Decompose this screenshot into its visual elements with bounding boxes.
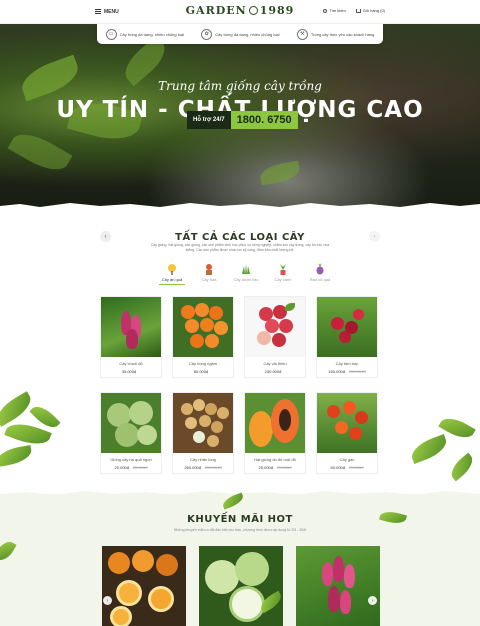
promo-product-card[interactable] — [296, 546, 380, 626]
torn-edge-divider — [0, 203, 480, 210]
product-image — [173, 297, 233, 357]
feature-label: Cây trồng đa dạng, nhiều chủng loại — [119, 31, 184, 37]
site-header: MENU — [0, 0, 480, 24]
feature-bar: ▭ Cây trồng đa dạng, nhiều chủng loại ✿ … — [97, 24, 383, 44]
product-price: 80.000đ — [193, 369, 209, 374]
hotline-number: 1800. 6750 — [230, 111, 298, 129]
tools-icon: ⚒ — [296, 28, 308, 40]
feature-item-custom: ⚒ Trồng cây theo yêu cầu khách hàng — [296, 28, 375, 40]
tab-label: Cây cảnh — [274, 277, 292, 282]
hero-subtitle: Trung tâm giống cây trồng — [158, 79, 322, 93]
product-card[interactable]: Giống cây na quả ngon 20.000đ 35.000đ — [100, 392, 162, 474]
product-card[interactable]: Cây nhãn lồng 260.000đ 300.000đ — [172, 392, 234, 474]
feature-item-delivery: ▭ Cây trồng đa dạng, nhiều chủng loại — [105, 28, 184, 40]
categories-description: Cây giống, hạt giống, cao giống, các chế… — [150, 243, 330, 252]
decorative-leaf — [446, 452, 478, 482]
tab-label: Cây dược liệu — [233, 277, 259, 282]
product-card[interactable]: Cây hồng ngâm 80.000đ — [172, 296, 234, 378]
feature-label: Cây trồng đa dạng, nhiều chủng loại — [215, 31, 280, 37]
product-name: Cây hồng ngâm — [188, 361, 218, 366]
product-name: Cây vải thiều — [263, 361, 287, 366]
search-button[interactable]: Tìm kiếm — [323, 8, 346, 13]
search-icon — [323, 8, 328, 13]
product-price: 25.000đ 70.000đ — [258, 465, 292, 470]
decorative-leaf — [0, 444, 34, 468]
product-card[interactable]: Cây gấc 50.000đ 70.000đ — [316, 392, 378, 474]
tab-vegetables[interactable]: Rau củ quả — [307, 262, 333, 285]
tab-herbs[interactable]: Cây dược liệu — [233, 262, 259, 285]
hotline-badge[interactable]: Hỗ trợ 24/7 1800. 6750 — [187, 111, 298, 129]
product-image — [245, 297, 305, 357]
product-price: 35.000đ — [121, 369, 137, 374]
tab-fruit-trees[interactable]: Cây ăn quả — [159, 262, 185, 285]
product-image — [101, 393, 161, 453]
product-name: Cây tầm bóp — [335, 361, 359, 366]
product-card[interactable]: Cây chuối đỏ 35.000đ — [100, 296, 162, 378]
promo-description: Những khuyến mãi ưu đãi đặc biệt cho bạn… — [173, 528, 307, 532]
product-grid: Cây chuối đỏ 35.000đ Cây hồng ngâm 80.00… — [100, 296, 380, 474]
product-price: 260.000đ 300.000đ — [184, 465, 222, 470]
product-image — [101, 297, 161, 357]
product-image — [245, 393, 305, 453]
vegetable-icon — [314, 262, 326, 275]
herb-icon — [240, 262, 252, 274]
tab-label: Cây hoa — [201, 277, 217, 282]
plant-pot-icon: ✿ — [201, 28, 213, 40]
flower-pot-icon — [203, 262, 215, 275]
ornamental-plant-icon — [277, 262, 289, 275]
promo-product-card[interactable] — [102, 546, 186, 626]
search-label: Tìm kiếm — [329, 8, 346, 13]
promo-next-arrow[interactable]: › — [368, 596, 377, 605]
product-card[interactable]: Hạt giống đu đủ ruột đỏ 25.000đ 70.000đ — [244, 392, 306, 474]
product-name: Cây nhãn lồng — [190, 457, 216, 462]
product-price: 150.000đ 230.000đ — [328, 369, 366, 374]
tab-label: Cây ăn quả — [161, 277, 183, 282]
hamburger-icon — [95, 9, 101, 14]
tab-label: Rau củ quả — [309, 277, 331, 282]
product-price: 230.000đ — [264, 369, 282, 374]
promo-product-row — [102, 546, 380, 626]
product-price: 50.000đ 70.000đ — [330, 465, 364, 470]
promo-title: KHUYẾN MÃI HOT — [187, 514, 293, 525]
product-image — [173, 393, 233, 453]
header-actions: Tìm kiếm Giỏ hàng (0) — [323, 8, 385, 13]
tab-flowers[interactable]: Cây hoa — [196, 262, 222, 285]
hero-leaf-decoration — [7, 125, 73, 179]
product-price: 20.000đ 35.000đ — [114, 465, 148, 470]
truck-icon: ▭ — [105, 28, 117, 40]
product-card[interactable]: Cây tầm bóp 150.000đ 230.000đ — [316, 296, 378, 378]
product-name: Cây chuối đỏ — [119, 361, 143, 366]
promo-prev-arrow[interactable]: ‹ — [103, 596, 112, 605]
cart-button[interactable]: Giỏ hàng (0) — [355, 8, 385, 13]
menu-label: MENU — [104, 8, 119, 15]
tab-ornamental[interactable]: Cây cảnh — [270, 262, 296, 285]
category-tabs: Cây ăn quả Cây hoa Cây dược liệu Cây cản… — [159, 262, 333, 285]
hotline-label: Hỗ trợ 24/7 — [187, 111, 231, 129]
product-image — [317, 393, 377, 453]
promo-product-card[interactable] — [199, 546, 283, 626]
product-image — [317, 297, 377, 357]
cart-label: Giỏ hàng (0) — [362, 8, 385, 13]
feature-item-variety: ✿ Cây trồng đa dạng, nhiều chủng loại — [201, 28, 280, 40]
product-name: Giống cây na quả ngon — [110, 457, 152, 462]
menu-button[interactable]: MENU — [95, 9, 119, 15]
product-name: Cây gấc — [339, 457, 355, 462]
feature-label: Trồng cây theo yêu cầu khách hàng — [310, 31, 375, 37]
hero-leaf-decoration — [258, 160, 302, 186]
hero-leaf-decoration — [17, 54, 83, 102]
product-card[interactable]: Cây vải thiều 230.000đ — [244, 296, 306, 378]
fruit-tree-icon — [166, 262, 178, 275]
product-name: Hạt giống đu đủ ruột đỏ — [254, 457, 296, 462]
categories-title: TẤT CẢ CÁC LOẠI CÂY — [175, 232, 305, 243]
cart-icon — [355, 8, 361, 13]
decorative-leaf — [408, 434, 450, 464]
